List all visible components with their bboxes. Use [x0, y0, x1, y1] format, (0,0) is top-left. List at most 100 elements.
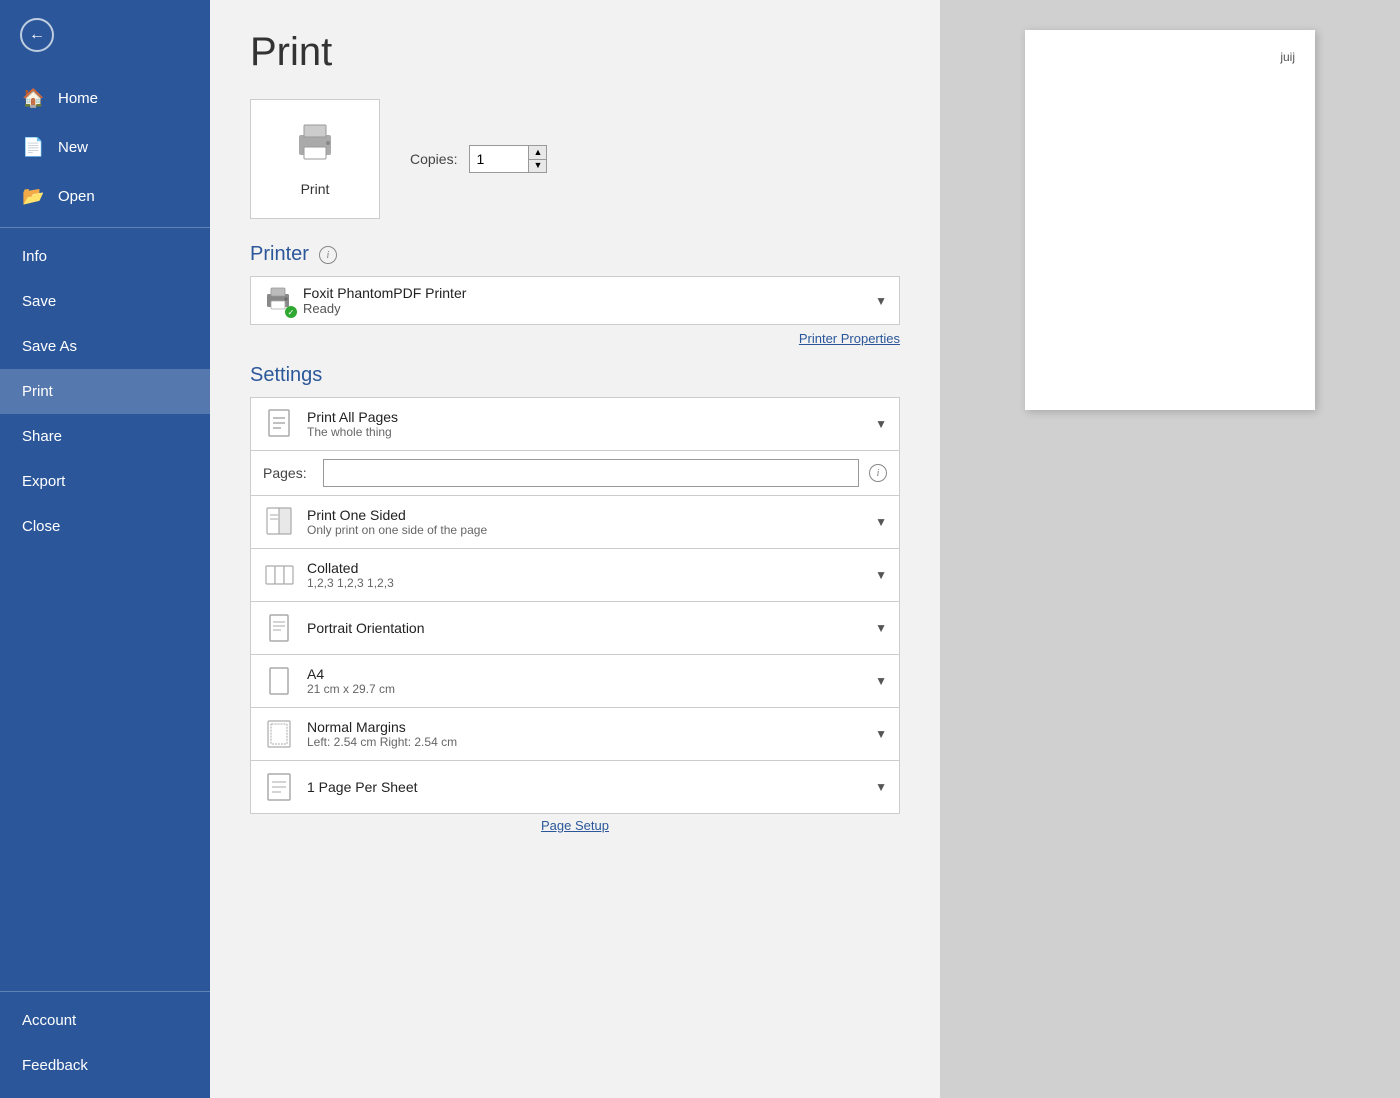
settings-rows: Print All Pages The whole thing ▼ Pages:…: [250, 397, 900, 814]
paper-size-text: A4 21 cm x 29.7 cm: [307, 666, 863, 696]
pages-per-sheet-arrow: ▼: [875, 780, 887, 794]
print-sides-icon: [263, 506, 295, 538]
sidebar-item-account[interactable]: Account: [0, 998, 210, 1043]
sidebar-item-export[interactable]: Export: [0, 459, 210, 504]
print-pages-icon: [263, 408, 295, 440]
sidebar-feedback-label: Feedback: [22, 1057, 88, 1074]
open-icon: 📂: [22, 186, 44, 207]
margins-main: Normal Margins: [307, 719, 863, 735]
sidebar-info-label: Info: [22, 248, 47, 265]
orientation-text: Portrait Orientation: [307, 620, 863, 636]
print-sides-row[interactable]: Print One Sided Only print on one side o…: [250, 496, 900, 549]
paper-size-arrow: ▼: [875, 674, 887, 688]
print-sides-main: Print One Sided: [307, 507, 863, 523]
printer-section-title: Printer i: [250, 243, 900, 266]
margins-text: Normal Margins Left: 2.54 cm Right: 2.54…: [307, 719, 863, 749]
back-icon: ←: [20, 18, 54, 52]
sidebar-item-save-as[interactable]: Save As: [0, 324, 210, 369]
page-title: Print: [250, 30, 900, 75]
printer-name: Foxit PhantomPDF Printer: [303, 285, 865, 301]
sidebar-item-feedback[interactable]: Feedback: [0, 1043, 210, 1088]
new-icon: 📄: [22, 137, 44, 158]
pages-input[interactable]: [323, 459, 859, 487]
print-pages-row[interactable]: Print All Pages The whole thing ▼: [250, 397, 900, 451]
sidebar-divider-bottom: [0, 991, 210, 992]
sidebar-divider-top: [0, 227, 210, 228]
printer-info-icon[interactable]: i: [319, 246, 337, 264]
orientation-icon: [263, 612, 295, 644]
right-panel: juij: [940, 0, 1400, 1098]
sidebar-item-print[interactable]: Print: [0, 369, 210, 414]
sidebar-export-label: Export: [22, 473, 65, 490]
pages-per-sheet-text: 1 Page Per Sheet: [307, 779, 863, 795]
copies-input[interactable]: [469, 145, 529, 173]
sidebar: ← 🏠 Home 📄 New 📂 Open Info Save Save As …: [0, 0, 210, 1098]
sidebar-spacer: [0, 549, 210, 985]
home-icon: 🏠: [22, 88, 44, 109]
sidebar-print-label: Print: [22, 383, 53, 400]
sidebar-new-label: New: [58, 139, 88, 156]
sidebar-item-close[interactable]: Close: [0, 504, 210, 549]
sidebar-item-home[interactable]: 🏠 Home: [0, 74, 210, 123]
print-btn-label: Print: [301, 181, 330, 197]
print-pages-main: Print All Pages: [307, 409, 863, 425]
sidebar-item-open[interactable]: 📂 Open: [0, 172, 210, 221]
margins-arrow: ▼: [875, 727, 887, 741]
content-wrapper: Print Print Copies:: [210, 0, 1400, 1098]
collated-row[interactable]: Collated 1,2,3 1,2,3 1,2,3 ▼: [250, 549, 900, 602]
pages-per-sheet-main: 1 Page Per Sheet: [307, 779, 863, 795]
sidebar-item-info[interactable]: Info: [0, 234, 210, 279]
sidebar-item-save[interactable]: Save: [0, 279, 210, 324]
sidebar-home-label: Home: [58, 90, 98, 107]
collated-sub: 1,2,3 1,2,3 1,2,3: [307, 576, 863, 590]
pages-per-sheet-row[interactable]: 1 Page Per Sheet ▼: [250, 761, 900, 814]
printer-info: Foxit PhantomPDF Printer Ready: [303, 285, 865, 316]
page-setup-link[interactable]: Page Setup: [250, 818, 900, 833]
settings-section-title: Settings: [250, 364, 900, 387]
copies-spinner: ▲ ▼: [529, 145, 547, 173]
printer-dropdown[interactable]: ✓ Foxit PhantomPDF Printer Ready ▼: [250, 276, 900, 325]
paper-size-icon: [263, 665, 295, 697]
copies-input-wrap: ▲ ▼: [469, 145, 547, 173]
pages-info-icon[interactable]: i: [869, 464, 887, 482]
sidebar-save-label: Save: [22, 293, 56, 310]
sidebar-item-new[interactable]: 📄 New: [0, 123, 210, 172]
sidebar-nav-top: 🏠 Home 📄 New 📂 Open: [0, 74, 210, 221]
sidebar-close-label: Close: [22, 518, 60, 535]
margins-sub: Left: 2.54 cm Right: 2.54 cm: [307, 735, 863, 749]
back-button[interactable]: ←: [0, 0, 210, 70]
print-sides-arrow: ▼: [875, 515, 887, 529]
copies-area: Copies: ▲ ▼: [410, 145, 547, 173]
printer-status-badge: ✓: [285, 306, 297, 318]
pages-input-row: Pages: i: [250, 451, 900, 496]
sidebar-share-label: Share: [22, 428, 62, 445]
collated-main: Collated: [307, 560, 863, 576]
pages-per-sheet-icon: [263, 771, 295, 803]
copies-label: Copies:: [410, 151, 457, 167]
preview-page: juij: [1025, 30, 1315, 410]
sidebar-account-label: Account: [22, 1012, 76, 1029]
sidebar-nav-bottom: Account Feedback: [0, 998, 210, 1088]
sidebar-nav-middle: Info Save Save As Print Share Export Clo…: [0, 234, 210, 549]
copies-down-button[interactable]: ▼: [529, 160, 546, 173]
collated-text: Collated 1,2,3 1,2,3 1,2,3: [307, 560, 863, 590]
copies-up-button[interactable]: ▲: [529, 146, 546, 160]
sidebar-save-as-label: Save As: [22, 338, 77, 355]
print-sides-sub: Only print on one side of the page: [307, 523, 863, 537]
preview-text: juij: [1280, 50, 1295, 64]
margins-row[interactable]: Normal Margins Left: 2.54 cm Right: 2.54…: [250, 708, 900, 761]
print-pages-text: Print All Pages The whole thing: [307, 409, 863, 439]
sidebar-open-label: Open: [58, 188, 95, 205]
sidebar-item-share[interactable]: Share: [0, 414, 210, 459]
printer-icon: [291, 121, 339, 171]
orientation-row[interactable]: Portrait Orientation ▼: [250, 602, 900, 655]
paper-size-row[interactable]: A4 21 cm x 29.7 cm ▼: [250, 655, 900, 708]
print-button[interactable]: Print: [250, 99, 380, 219]
pages-label: Pages:: [263, 465, 313, 481]
orientation-arrow: ▼: [875, 621, 887, 635]
collated-arrow: ▼: [875, 568, 887, 582]
collated-icon: [263, 559, 295, 591]
printer-properties-link[interactable]: Printer Properties: [250, 331, 900, 346]
print-sides-text: Print One Sided Only print on one side o…: [307, 507, 863, 537]
orientation-main: Portrait Orientation: [307, 620, 863, 636]
